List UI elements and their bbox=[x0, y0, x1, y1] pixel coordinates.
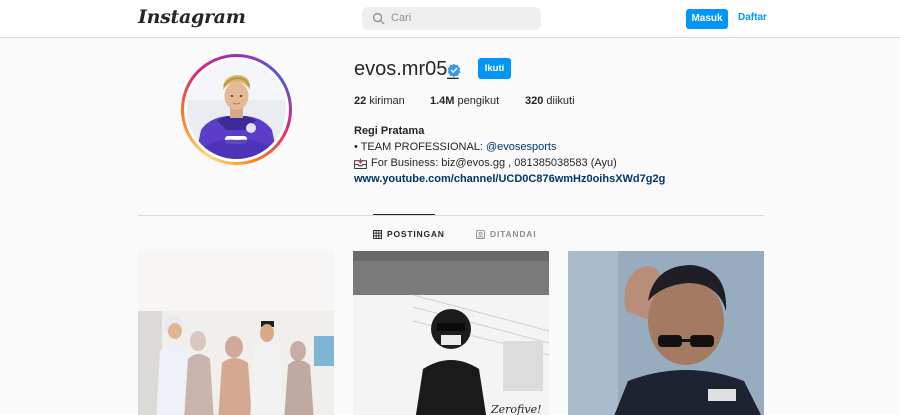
following-count: 320 bbox=[525, 95, 544, 107]
followers-label: pengikut bbox=[457, 95, 500, 107]
tab-posts[interactable]: POSTINGAN bbox=[373, 229, 445, 239]
bio-team-text: • TEAM PROFESSIONAL: bbox=[354, 141, 487, 153]
following-label: diikuti bbox=[546, 95, 575, 107]
followers-count: 1.4M bbox=[430, 95, 455, 107]
inbox-tray-icon bbox=[354, 157, 367, 169]
instagram-logo[interactable]: Instagram bbox=[138, 6, 246, 28]
avatar[interactable] bbox=[187, 60, 286, 159]
story-ring[interactable] bbox=[181, 54, 292, 165]
active-tab-indicator bbox=[373, 214, 435, 215]
external-link[interactable]: www.youtube.com/channel/UCD0C876wmHz0oih… bbox=[354, 173, 665, 185]
followers-stat[interactable]: 1.4M pengikut bbox=[430, 95, 499, 107]
tab-tagged-label: DITANDAI bbox=[490, 229, 537, 239]
tagged-icon bbox=[476, 229, 485, 239]
tabs-divider bbox=[138, 215, 764, 216]
bio-line-business: For Business: biz@evos.gg , 081385038583… bbox=[354, 157, 617, 169]
post-thumbnail[interactable]: Zerofive! bbox=[353, 251, 549, 415]
search-box[interactable]: Cari bbox=[362, 7, 541, 30]
follow-button[interactable]: Ikuti bbox=[478, 58, 511, 79]
posts-label: kiriman bbox=[369, 95, 405, 107]
bio-business-text: For Business: biz@evos.gg , 081385038583… bbox=[371, 157, 617, 169]
mention-link[interactable]: @evosesports bbox=[486, 141, 556, 153]
post-image-face bbox=[568, 251, 764, 415]
post-image-group bbox=[138, 251, 334, 415]
post-image-bw: Zerofive! bbox=[353, 251, 549, 415]
post-caption: Zerofive! bbox=[490, 403, 542, 415]
verified-badge-icon bbox=[447, 63, 461, 77]
tab-posts-label: POSTINGAN bbox=[387, 229, 445, 239]
following-stat[interactable]: 320 diikuti bbox=[525, 95, 575, 107]
profile-username: evos.mr05_ bbox=[354, 58, 459, 80]
posts-count-stat: 22 kiriman bbox=[354, 95, 405, 107]
bio-line-team: • TEAM PROFESSIONAL: @evosesports bbox=[354, 141, 557, 153]
login-button[interactable]: Masuk bbox=[686, 9, 728, 29]
avatar-image bbox=[187, 60, 286, 159]
posts-count: 22 bbox=[354, 95, 367, 107]
tab-tagged[interactable]: DITANDAI bbox=[476, 229, 536, 239]
grid-icon bbox=[373, 229, 382, 239]
profile-full-name: Regi Pratama bbox=[354, 125, 425, 137]
avatar-border bbox=[184, 57, 289, 162]
post-thumbnail[interactable] bbox=[138, 251, 334, 415]
signup-link[interactable]: Daftar bbox=[738, 12, 767, 23]
search-icon bbox=[372, 12, 385, 25]
search-input[interactable]: Cari bbox=[391, 12, 411, 24]
post-thumbnail[interactable] bbox=[568, 251, 764, 415]
top-navbar: Instagram Cari Masuk Daftar bbox=[0, 0, 900, 38]
